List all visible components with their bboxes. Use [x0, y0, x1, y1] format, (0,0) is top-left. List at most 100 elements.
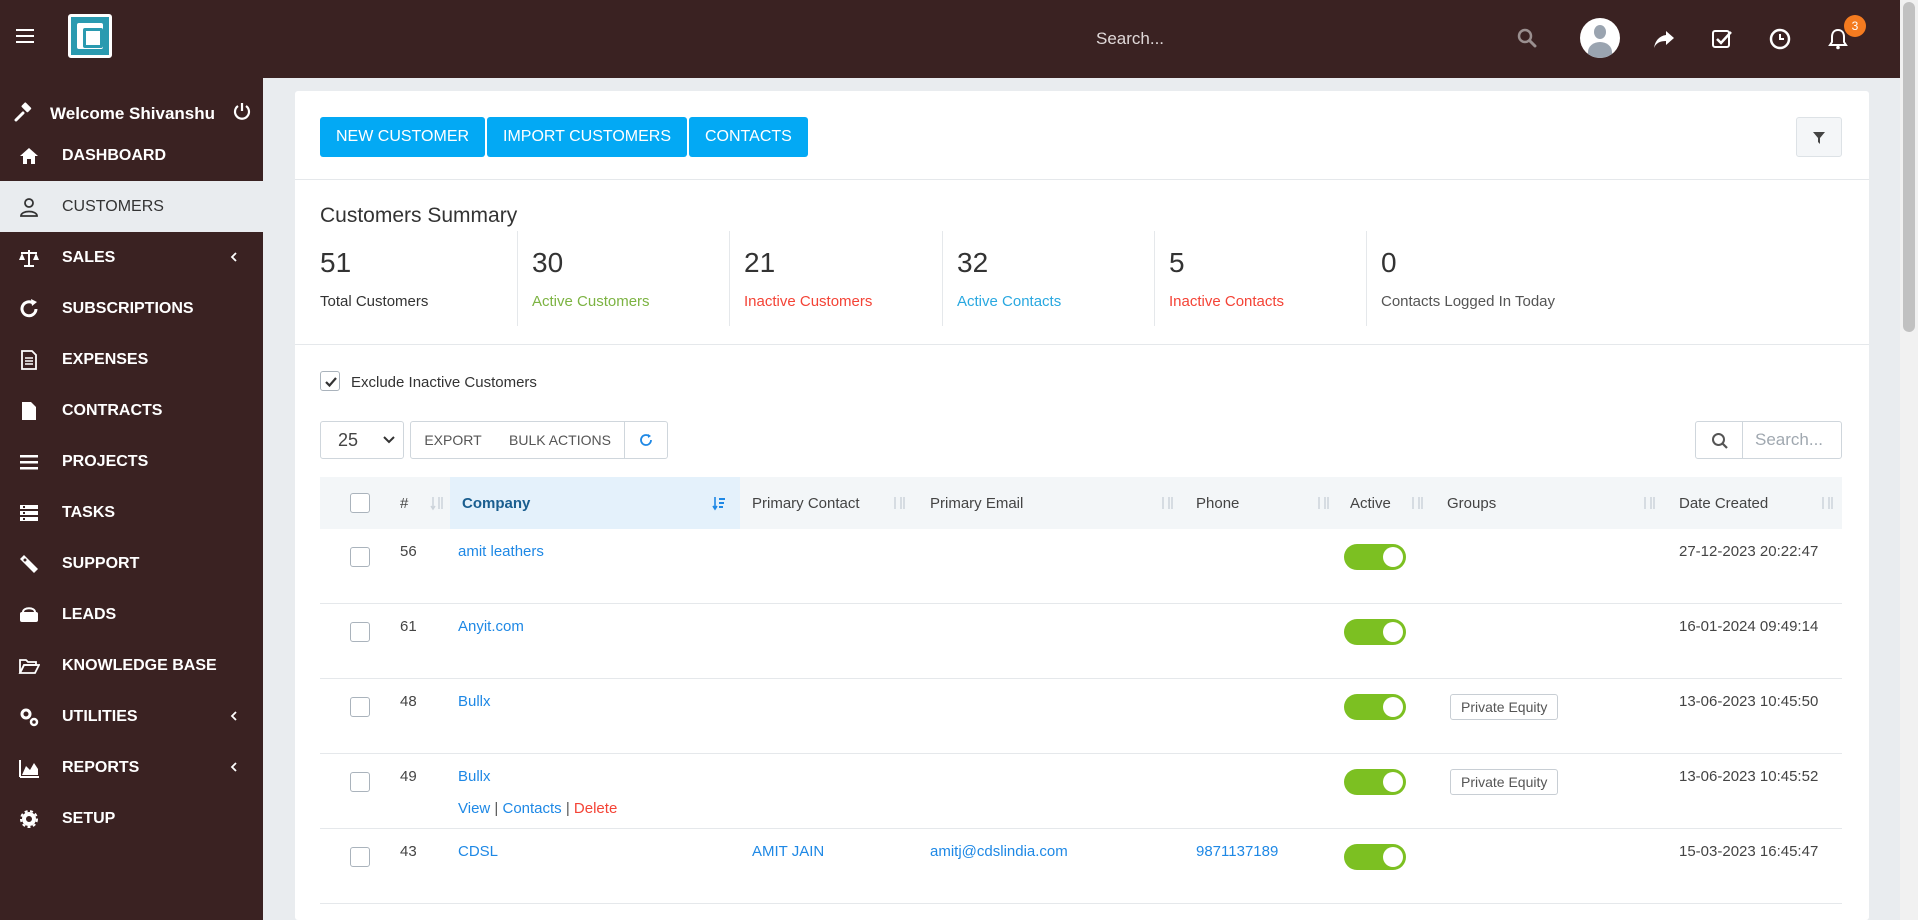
sidebar-item-tasks[interactable]: TASKS	[0, 487, 263, 538]
sidebar-item-label: CONTRACTS	[62, 402, 163, 419]
export-button[interactable]: EXPORT	[410, 421, 496, 459]
table-row[interactable]: 43 CDSL AMIT JAIN amitj@cdslindia.com 987113…	[320, 829, 1842, 904]
sidebar-item-utilities[interactable]: UTILITIES	[0, 691, 263, 742]
row-checkbox[interactable]	[350, 772, 370, 792]
column-header-date-created[interactable]: Date Created	[1667, 477, 1842, 529]
stat-value: 30	[532, 247, 564, 278]
sidebar-item-customers[interactable]: CUSTOMERS	[0, 181, 263, 232]
page-length-value: 25	[338, 429, 359, 450]
share-icon[interactable]	[1652, 27, 1676, 51]
row-checkbox[interactable]	[350, 547, 370, 567]
new-customer-button[interactable]: NEW CUSTOMER	[320, 117, 486, 157]
exclude-inactive-checkbox[interactable]	[320, 371, 340, 391]
clock-icon[interactable]	[1768, 27, 1792, 51]
gear-icon	[20, 810, 38, 828]
company-link[interactable]: Bullx	[458, 693, 491, 710]
company-link[interactable]: Anyit.com	[458, 618, 524, 635]
select-all-checkbox[interactable]	[350, 493, 370, 513]
contacts-link[interactable]: Contacts	[502, 800, 561, 817]
sidebar-item-sales[interactable]: SALES	[0, 232, 263, 283]
checkbox-tasks-icon[interactable]	[1710, 27, 1734, 51]
sidebar-item-label: DASHBOARD	[62, 147, 166, 164]
phone-link[interactable]: 9871137189	[1196, 843, 1278, 860]
column-header-groups[interactable]: Groups	[1435, 477, 1667, 529]
active-toggle[interactable]	[1344, 694, 1406, 720]
row-actions: View | Contacts | Delete	[458, 800, 618, 817]
stat-divider	[1154, 231, 1155, 326]
sidebar-item-label: SETUP	[62, 810, 116, 827]
sidebar-item-knowledge-base[interactable]: KNOWLEDGE BASE	[0, 640, 263, 691]
document-icon	[21, 350, 37, 370]
table-body: 56 amit leathers 27-12-2023 20:22:47 61 Anyi…	[320, 529, 1842, 904]
column-header-company[interactable]: Company	[450, 477, 740, 529]
sidebar-item-dashboard[interactable]: DASHBOARD	[0, 130, 263, 181]
sidebar-item-support[interactable]: SUPPORT	[0, 538, 263, 589]
chevron-left-icon	[230, 252, 237, 262]
sidebar-item-label: KNOWLEDGE BASE	[62, 657, 217, 674]
active-toggle[interactable]	[1344, 619, 1406, 645]
app-logo[interactable]	[68, 14, 112, 58]
hamburger-menu-icon[interactable]	[16, 29, 34, 43]
primary-contact-link[interactable]: AMIT JAIN	[752, 843, 824, 860]
row-id: 43	[400, 843, 417, 860]
active-toggle[interactable]	[1344, 844, 1406, 870]
bulk-actions-button[interactable]: BULK ACTIONS	[495, 421, 626, 459]
active-toggle[interactable]	[1344, 544, 1406, 570]
stat-divider	[729, 231, 730, 326]
row-checkbox[interactable]	[350, 622, 370, 642]
contacts-button[interactable]: CONTACTS	[689, 117, 808, 157]
view-link[interactable]: View	[458, 800, 490, 817]
table-search-input[interactable]	[1742, 421, 1842, 459]
delete-link[interactable]: Delete	[574, 800, 617, 817]
column-header-phone[interactable]: Phone	[1184, 477, 1338, 529]
power-icon[interactable]	[232, 101, 252, 121]
sidebar-item-leads[interactable]: LEADS	[0, 589, 263, 640]
sidebar-item-expenses[interactable]: EXPENSES	[0, 334, 263, 385]
table-row[interactable]: 49 Bullx Private Equity 13-06-2023 10:45:52…	[320, 754, 1842, 829]
sort-icon	[430, 497, 443, 511]
folder-open-icon	[18, 659, 40, 674]
company-link[interactable]: CDSL	[458, 843, 498, 860]
table-row[interactable]: 56 amit leathers 27-12-2023 20:22:47	[320, 529, 1842, 604]
row-checkbox[interactable]	[350, 847, 370, 867]
sidebar-item-label: SUPPORT	[62, 555, 140, 572]
scrollbar-thumb[interactable]	[1903, 2, 1915, 332]
table-header: # Company Primary Contact Primary Email …	[320, 477, 1842, 529]
stat-divider	[517, 231, 518, 326]
row-id: 61	[400, 618, 417, 635]
search-icon[interactable]	[1517, 28, 1537, 48]
sidebar-item-projects[interactable]: PROJECTS	[0, 436, 263, 487]
sidebar-item-label: EXPENSES	[62, 351, 149, 368]
page-scrollbar[interactable]	[1900, 0, 1918, 920]
company-link[interactable]: Bullx	[458, 768, 491, 785]
welcome-text: Welcome Shivanshu	[50, 104, 216, 123]
company-link[interactable]: amit leathers	[458, 543, 544, 560]
date-created: 13-06-2023 10:45:52	[1679, 768, 1819, 785]
file-icon	[22, 402, 36, 420]
table-row[interactable]: 48 Bullx Private Equity 13-06-2023 10:45:50	[320, 679, 1842, 754]
bars-icon	[20, 455, 38, 470]
chevron-down-icon	[383, 436, 395, 444]
page-length-select[interactable]: 25	[320, 421, 404, 459]
global-search-input[interactable]	[1096, 24, 1496, 54]
import-customers-button[interactable]: IMPORT CUSTOMERS	[487, 117, 688, 157]
table-search-icon-box[interactable]	[1695, 421, 1743, 459]
column-label: Groups	[1447, 494, 1497, 512]
table-row[interactable]: 61 Anyit.com 16-01-2024 09:49:14	[320, 604, 1842, 679]
sidebar-item-subscriptions[interactable]: SUBSCRIPTIONS	[0, 283, 263, 334]
row-checkbox[interactable]	[350, 697, 370, 717]
notification-badge: 3	[1844, 15, 1866, 37]
welcome-block: Welcome Shivanshu	[0, 92, 263, 132]
sidebar-item-setup[interactable]: SETUP	[0, 793, 263, 844]
sidebar-item-reports[interactable]: REPORTS	[0, 742, 263, 793]
filter-button[interactable]	[1796, 117, 1842, 157]
user-avatar[interactable]	[1580, 18, 1620, 58]
sidebar-item-contracts[interactable]: CONTRACTS	[0, 385, 263, 436]
row-id: 56	[400, 543, 417, 560]
reload-button[interactable]	[624, 421, 668, 459]
active-toggle[interactable]	[1344, 769, 1406, 795]
filter-icon	[1813, 132, 1825, 144]
primary-email-link[interactable]: amitj@cdslindia.com	[930, 843, 1068, 860]
column-header-primary-email[interactable]: Primary Email	[918, 477, 1184, 529]
stat-label: Inactive Contacts	[1169, 293, 1285, 310]
